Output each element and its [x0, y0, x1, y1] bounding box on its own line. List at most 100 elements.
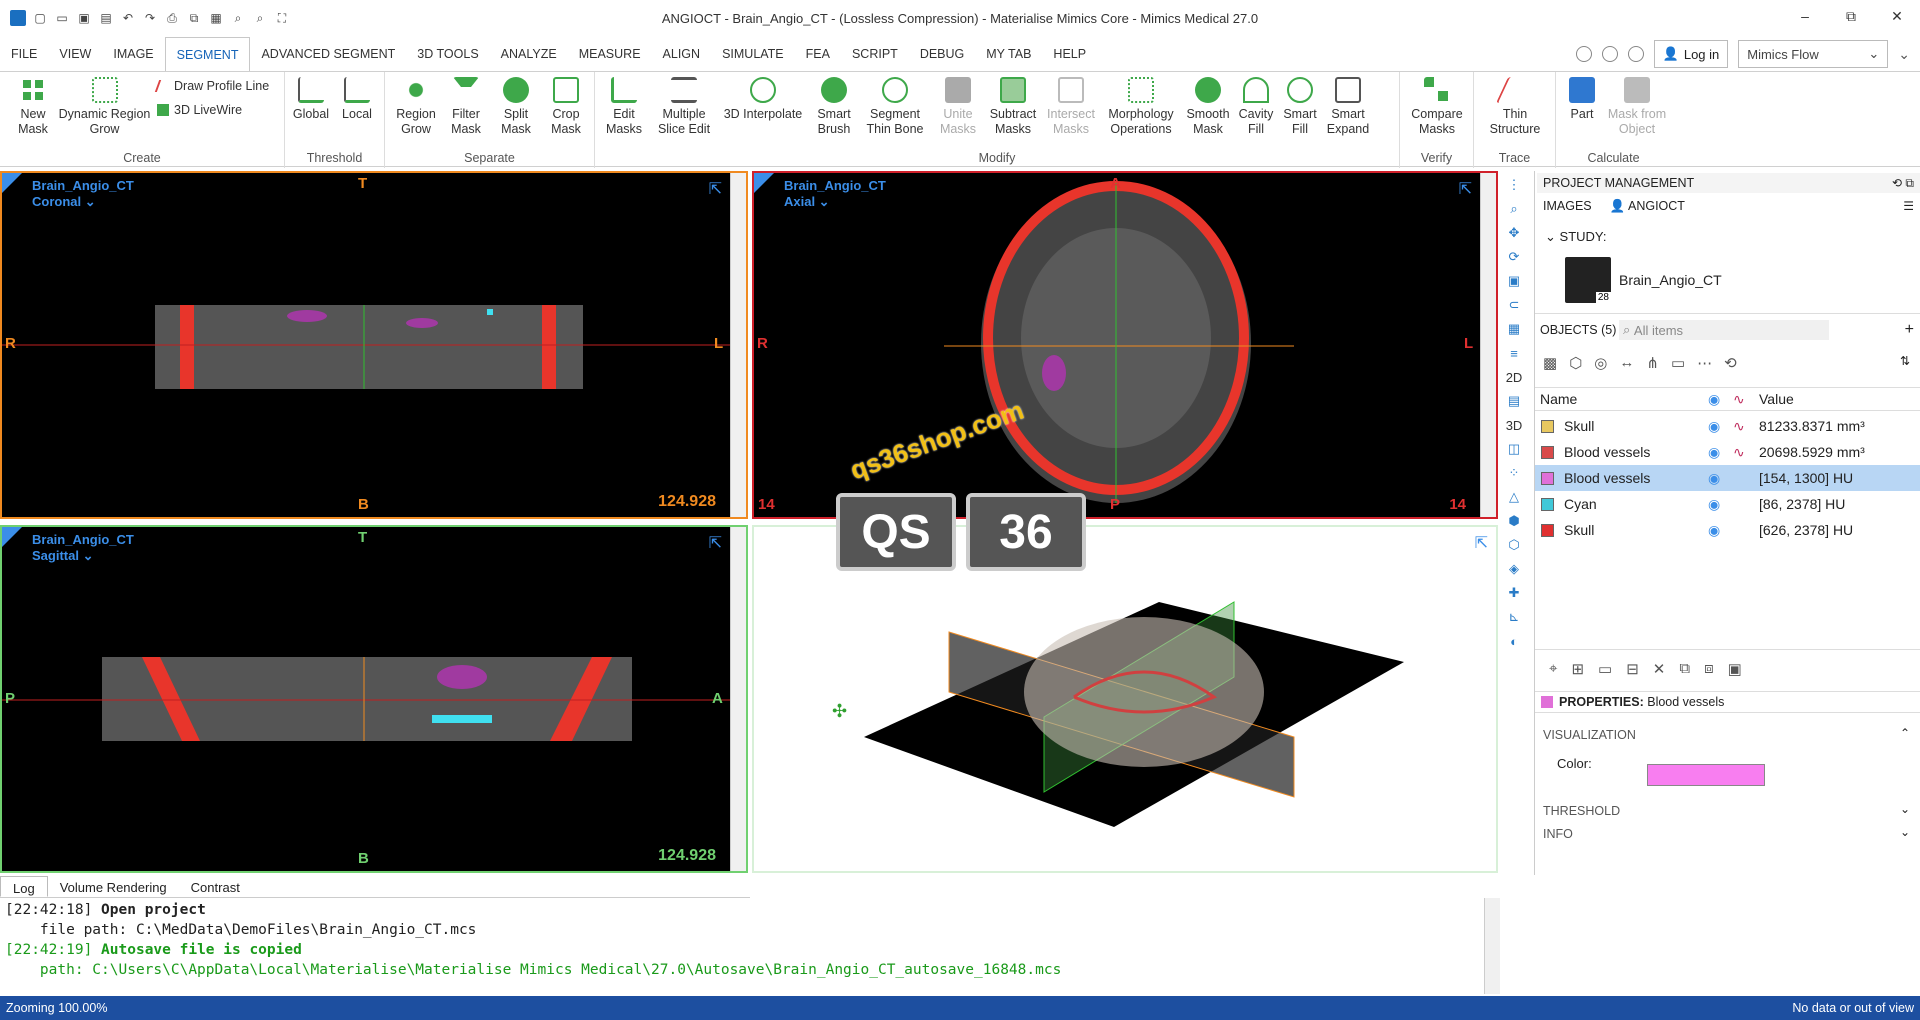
layers-icon[interactable]: ◈	[1504, 559, 1524, 579]
chevron-down-icon[interactable]: ⌄	[1900, 802, 1910, 816]
new-icon[interactable]: ⊞	[1571, 660, 1584, 678]
tab-log[interactable]: Log	[0, 876, 48, 897]
add-icon[interactable]: +	[1905, 321, 1914, 339]
cone-icon[interactable]: △	[1504, 487, 1524, 507]
edit-masks-button[interactable]: Edit Masks	[601, 77, 647, 137]
menu-image[interactable]: IMAGE	[102, 36, 164, 71]
objects-search[interactable]: ⌕ All items	[1619, 320, 1829, 340]
chevron-down-icon[interactable]: ⌄	[1900, 825, 1910, 839]
pan-icon[interactable]: ✥	[1504, 223, 1524, 243]
login-button[interactable]: 👤 Log in	[1653, 40, 1729, 68]
visibility-icon[interactable]: ◉	[1708, 444, 1720, 461]
mask-from-object-button[interactable]: Mask from Object	[1606, 77, 1668, 137]
redo-icon[interactable]: ↷	[142, 10, 158, 26]
maximize-icon[interactable]: ⇱	[1459, 179, 1472, 199]
visibility-icon[interactable]: ◉	[1708, 418, 1720, 435]
study-thumbnail[interactable]: 28	[1565, 257, 1611, 303]
filter-mask-button[interactable]: Filter Mask	[443, 77, 489, 137]
3d-toggle[interactable]: 3D	[1504, 415, 1524, 435]
part-button[interactable]: Part	[1560, 77, 1604, 122]
cube-blue-icon[interactable]: ⬡	[1504, 535, 1524, 555]
coronal-viewport[interactable]: Brain_Angio_CT Coronal ⌄ T B R L 124.928 …	[0, 171, 748, 519]
gear-icon[interactable]	[1627, 46, 1644, 62]
axial-scrollbar[interactable]	[1480, 173, 1496, 517]
new-file-icon[interactable]: ▢	[32, 10, 48, 26]
sort-icon[interactable]: ⇅	[1900, 354, 1910, 368]
log-scrollbar[interactable]	[1484, 898, 1500, 994]
draw-profile-line-button[interactable]: Draw Profile Line	[154, 79, 269, 93]
cavity-fill-button[interactable]: Cavity Fill	[1235, 77, 1277, 137]
maximize-icon[interactable]: ⇱	[709, 179, 722, 199]
refresh-icon[interactable]: ⟲	[1892, 176, 1902, 190]
more-filter-icon[interactable]: ⋯	[1697, 354, 1712, 372]
threshold-section[interactable]: THRESHOLD	[1543, 804, 1620, 818]
contrast-icon[interactable]: ◐	[1504, 631, 1524, 651]
menu-advanced-segment[interactable]: ADVANCED SEGMENT	[250, 36, 406, 71]
restore-button[interactable]: ⧉	[1828, 0, 1874, 32]
table-row[interactable]: Blood vessels ◉ ∿ 20698.5929 mm³	[1535, 439, 1920, 465]
share-icon[interactable]	[1575, 46, 1592, 62]
table-row[interactable]: Skull ◉ ∿ 81233.8371 mm³	[1535, 413, 1920, 439]
menu-file[interactable]: FILE	[0, 36, 48, 71]
local-threshold-button[interactable]: Local	[337, 77, 377, 122]
crop-mask-button[interactable]: Crop Mask	[543, 77, 589, 137]
compare-masks-button[interactable]: Compare Masks	[1410, 77, 1464, 137]
magnet-icon[interactable]: ⊂	[1504, 295, 1524, 315]
sagittal-viewport[interactable]: Brain_Angio_CT Sagittal ⌄ T B P A 124.928…	[0, 525, 748, 873]
contour-icon[interactable]: ∿	[1733, 444, 1745, 461]
folder-filter-icon[interactable]: ▭	[1671, 354, 1685, 372]
sagittal-scrollbar[interactable]	[730, 527, 746, 871]
more-icon[interactable]: ⋮	[1504, 175, 1524, 195]
menu-measure[interactable]: MEASURE	[568, 36, 652, 71]
centerline-filter-icon[interactable]: ⋔	[1646, 354, 1659, 372]
study-name[interactable]: Brain_Angio_CT	[1619, 272, 1722, 288]
coronal-scrollbar[interactable]	[730, 173, 746, 517]
multiple-slice-edit-button[interactable]: Multiple Slice Edit	[653, 77, 715, 137]
layout-icon[interactable]: ▦	[1504, 319, 1524, 339]
folder-remove-icon[interactable]: ⊟	[1626, 660, 1639, 678]
smart-brush-button[interactable]: Smart Brush	[809, 77, 859, 137]
livewire-button[interactable]: 3D LiveWire	[157, 103, 242, 117]
split-mask-button[interactable]: Split Mask	[493, 77, 539, 137]
part-filter-icon[interactable]: ⬡	[1569, 354, 1582, 372]
menu-analyze[interactable]: ANALYZE	[490, 36, 568, 71]
folder-icon[interactable]: ▭	[1598, 660, 1612, 678]
copy-icon[interactable]: ▣	[1728, 660, 1742, 678]
menu-align[interactable]: ALIGN	[652, 36, 712, 71]
thin-structure-button[interactable]: Thin Structure	[1482, 77, 1548, 137]
open-folder-icon[interactable]: ▭	[54, 10, 70, 26]
merge-icon[interactable]: ⧈	[1704, 660, 1714, 678]
close-button[interactable]: ✕	[1874, 0, 1920, 32]
3d-viewport[interactable]: ✣ ⇱	[752, 525, 1498, 873]
morphology-operations-button[interactable]: Morphology Operations	[1103, 77, 1179, 137]
fit-view-icon[interactable]: ▣	[1504, 271, 1524, 291]
menu-icon[interactable]: ☰	[1903, 199, 1914, 213]
color-picker[interactable]	[1647, 764, 1765, 786]
reset-filter-icon[interactable]: ⟲	[1724, 354, 1737, 372]
measure-filter-icon[interactable]: ↔	[1619, 354, 1634, 372]
menu-3d-tools[interactable]: 3D TOOLS	[406, 36, 489, 71]
menu-script[interactable]: SCRIPT	[841, 36, 909, 71]
axes-icon[interactable]: ⊾	[1504, 607, 1524, 627]
2d-toggle[interactable]: 2D	[1504, 367, 1524, 387]
zoom-icon[interactable]: ⌕	[1504, 199, 1524, 219]
smart-expand-button[interactable]: Smart Expand	[1323, 77, 1373, 137]
segment-thin-bone-button[interactable]: Segment Thin Bone	[861, 77, 929, 137]
dynamic-region-grow-button[interactable]: Dynamic Region Grow	[57, 77, 152, 137]
new-mask-button[interactable]: New Mask	[12, 77, 54, 137]
zoom-in-icon[interactable]: ⌕	[230, 10, 246, 26]
cube-yellow-icon[interactable]: ⬢	[1504, 511, 1524, 531]
mimics-flow-dropdown[interactable]: Mimics Flow ⌄	[1738, 40, 1889, 68]
menu-view[interactable]: VIEW	[48, 36, 102, 71]
delete-icon[interactable]: ✕	[1653, 660, 1666, 678]
maximize-icon[interactable]: ⇱	[709, 533, 722, 553]
table-row[interactable]: Blood vessels ◉ [154, 1300] HU	[1535, 465, 1920, 491]
clip-icon[interactable]: ◫	[1504, 439, 1524, 459]
save-as-icon[interactable]: ▤	[98, 10, 114, 26]
sphere-filter-icon[interactable]: ◎	[1594, 354, 1607, 372]
popout-icon[interactable]: ⧉	[1905, 176, 1914, 190]
mask-filter-icon[interactable]: ▩	[1543, 354, 1557, 372]
menu-fea[interactable]: FEA	[795, 36, 841, 71]
menu-my-tab[interactable]: MY TAB	[975, 36, 1042, 71]
tab-volume-rendering[interactable]: Volume Rendering	[48, 876, 179, 897]
